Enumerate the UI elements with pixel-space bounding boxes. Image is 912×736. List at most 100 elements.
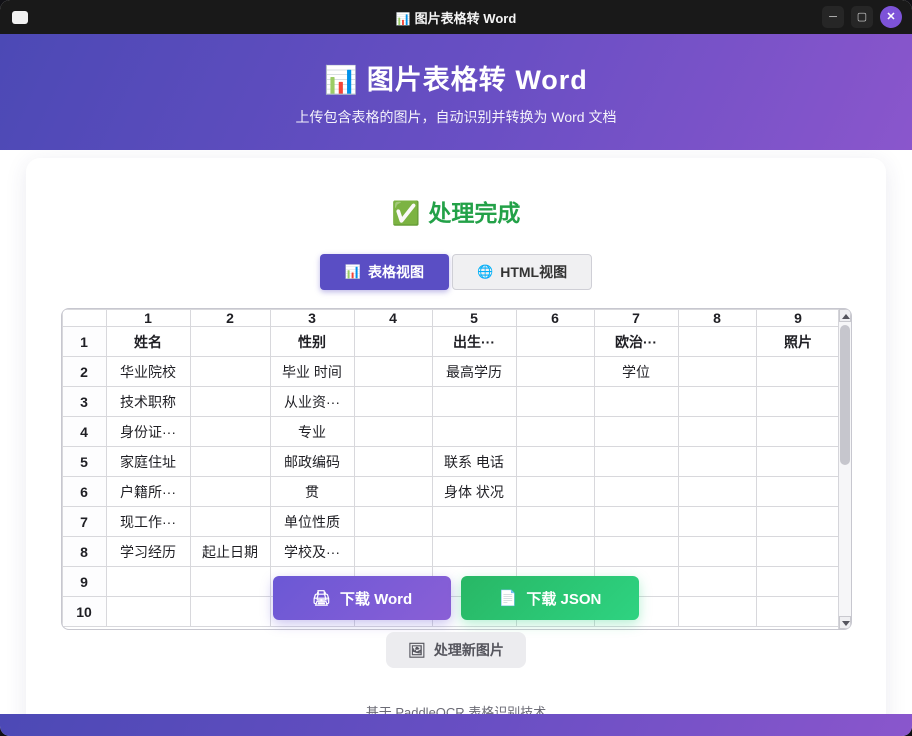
table-cell xyxy=(353,536,433,567)
table-cell: 学位 xyxy=(593,356,679,387)
page-title: 📊 图片表格转 Word xyxy=(0,58,912,97)
new-image-row: 🖼 处理新图片 xyxy=(26,632,886,668)
table-cell xyxy=(677,446,757,477)
table-cell: 照片 xyxy=(755,326,838,357)
table-row: 5 家庭住址 邮政编码 联系 电话 xyxy=(61,446,838,477)
table-cell xyxy=(353,416,433,447)
table-cell xyxy=(353,476,433,507)
tab-label: HTML视图 xyxy=(500,264,568,280)
table-cell xyxy=(189,416,271,447)
tab-label: 表格视图 xyxy=(368,264,425,280)
table-cell: 性别 xyxy=(269,326,355,357)
table-cell xyxy=(755,416,838,447)
table-cell xyxy=(677,476,757,507)
row-header: 2 xyxy=(61,356,107,387)
table-cell xyxy=(677,356,757,387)
tab-table-view[interactable]: 📊 表格视图 xyxy=(319,254,450,290)
view-tabs: 📊 表格视图 🌐 HTML视图 xyxy=(26,254,886,290)
table-cell xyxy=(755,446,838,477)
titlebar-title-text: 图片表格转 Word xyxy=(414,10,517,26)
row-header: 7 xyxy=(61,506,107,537)
table-cell: 出生··· xyxy=(431,326,517,357)
table-row: 1 姓名 性别 出生··· 欧治··· 照片 xyxy=(61,326,838,357)
table-cell: 联系 电话 xyxy=(431,446,517,477)
scrollbar-thumb[interactable] xyxy=(839,325,850,465)
close-button[interactable]: ✕ xyxy=(880,6,902,28)
status-message: ✅ 处理完成 xyxy=(26,194,886,228)
download-actions: 🖨 下载 Word 📄 下载 JSON xyxy=(26,576,886,620)
status-text: 处理完成 xyxy=(428,200,521,226)
table-cell xyxy=(515,326,595,357)
table-cell: 户籍所··· xyxy=(105,476,191,507)
picture-icon: 🖼 xyxy=(408,641,426,658)
page-title-text: 图片表格转 Word xyxy=(366,64,588,95)
table-row: 7 现工作··· 单位性质 xyxy=(61,506,838,537)
download-json-button[interactable]: 📄 下载 JSON xyxy=(461,576,639,620)
table-cell: 身体 状况 xyxy=(431,476,517,507)
column-header: 8 xyxy=(677,309,757,327)
table-cell: 毕业 时间 xyxy=(269,356,355,387)
table-cell: 邮政编码 xyxy=(269,446,355,477)
app-window-icon[interactable] xyxy=(12,10,28,24)
row-header: 8 xyxy=(61,536,107,567)
table-cell: 现工作··· xyxy=(105,506,191,537)
header-banner: 📊 图片表格转 Word 上传包含表格的图片，自动识别并转换为 Word 文档 xyxy=(0,34,912,150)
table-cell: 欧治··· xyxy=(593,326,679,357)
table-cell: 姓名 xyxy=(105,326,191,357)
check-mark-icon: ✅ xyxy=(391,200,421,226)
tab-html-view[interactable]: 🌐 HTML视图 xyxy=(452,254,593,290)
table-cell xyxy=(189,356,271,387)
table-cell xyxy=(677,386,757,417)
table-cell xyxy=(515,416,595,447)
table-cell xyxy=(593,506,679,537)
table-cell xyxy=(677,506,757,537)
column-header: 4 xyxy=(353,309,433,327)
table-cell xyxy=(431,536,517,567)
table-cell xyxy=(677,536,757,567)
table-cell: 起止日期 xyxy=(189,536,271,567)
column-header: 1 xyxy=(105,309,191,327)
table-cell xyxy=(755,536,838,567)
table-cell xyxy=(515,446,595,477)
row-header: 1 xyxy=(61,326,107,357)
globe-icon: 🌐 xyxy=(477,264,494,279)
table-cell xyxy=(431,416,517,447)
download-word-button[interactable]: 🖨 下载 Word xyxy=(273,576,451,620)
table-cell xyxy=(755,386,838,417)
table-row: 2 华业院校 毕业 时间 最高学历 学位 xyxy=(61,356,838,387)
process-new-image-label: 处理新图片 xyxy=(433,642,504,658)
maximize-button[interactable]: ▢ xyxy=(851,6,873,28)
table-cell: 贯 xyxy=(269,476,355,507)
table-row: 3 技术职称 从业资··· xyxy=(61,386,838,417)
minimize-button[interactable]: ─ xyxy=(822,6,844,28)
table-cell xyxy=(515,506,595,537)
document-icon: 📄 xyxy=(498,590,518,607)
main-content: ✅ 处理完成 📊 表格视图 🌐 HTML视图 1 2 3 4 5 6 7 8 9 1 姓名 性别 出生··… xyxy=(0,150,912,714)
row-header: 6 xyxy=(61,476,107,507)
table-cell xyxy=(431,506,517,537)
table-cell xyxy=(593,446,679,477)
table-cell xyxy=(755,506,838,537)
table-cell: 从业资··· xyxy=(269,386,355,417)
row-header: 4 xyxy=(61,416,107,447)
table-cell xyxy=(353,326,433,357)
table-cell: 专业 xyxy=(269,416,355,447)
table-cell: 学校及··· xyxy=(269,536,355,567)
table-cell xyxy=(515,476,595,507)
table-cell xyxy=(677,416,757,447)
column-header: 7 xyxy=(593,309,679,327)
process-new-image-button[interactable]: 🖼 处理新图片 xyxy=(386,632,526,668)
row-header: 5 xyxy=(61,446,107,477)
printer-icon: 🖨 xyxy=(311,590,331,607)
table-corner-cell xyxy=(61,309,107,327)
download-word-label: 下载 Word xyxy=(339,590,413,608)
table-cell xyxy=(515,386,595,417)
titlebar: 📊 图片表格转 Word ─ ▢ ✕ xyxy=(0,0,912,34)
column-header: 3 xyxy=(269,309,355,327)
table-row: 6 户籍所··· 贯 身体 状况 xyxy=(61,476,838,507)
table-row: 4 身份证··· 专业 xyxy=(61,416,838,447)
table-cell xyxy=(353,386,433,417)
table-cell: 华业院校 xyxy=(105,356,191,387)
scroll-up-icon[interactable] xyxy=(838,309,851,322)
table-cell xyxy=(189,506,271,537)
